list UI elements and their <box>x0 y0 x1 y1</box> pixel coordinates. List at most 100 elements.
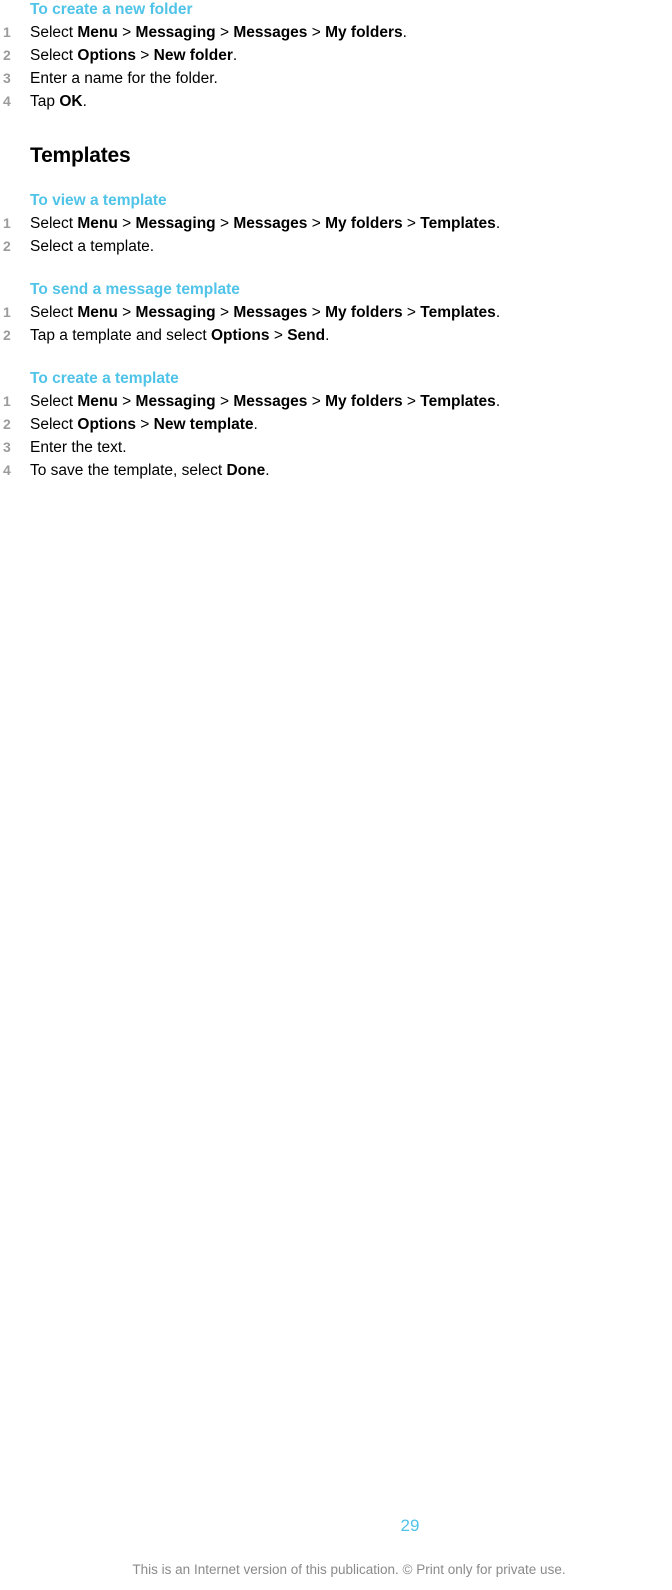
step-number: 2 <box>3 238 11 254</box>
ui-term: My folders <box>325 215 403 232</box>
ui-term: Messaging <box>135 24 216 41</box>
doc-section-create-new-folder: To create a new folder 1 Select Menu > Mes… <box>0 0 672 113</box>
ui-term: Options <box>77 47 136 64</box>
step-text: Select Menu > Messaging > Messages > My … <box>30 215 500 232</box>
step-item: 2 Select a template. <box>0 235 672 258</box>
ui-term: Menu <box>77 24 118 41</box>
step-number: 2 <box>3 47 11 63</box>
step-text-run: > <box>307 215 326 232</box>
step-text-run: > <box>307 393 326 410</box>
step-item: 2 Select Options > New template. <box>0 413 672 436</box>
page-number: 29 <box>400 1516 420 1535</box>
step-text-run: > <box>215 304 234 321</box>
ui-term: Options <box>210 327 270 344</box>
step-text: Select Options > New folder. <box>30 47 237 64</box>
step-text-run: . <box>495 304 501 321</box>
step-number: 3 <box>3 70 11 86</box>
procedure-title-create-a-template: To create a template <box>30 370 179 387</box>
ui-term: Options <box>77 416 136 433</box>
ui-term: Menu <box>77 215 118 232</box>
step-text-run: . <box>495 393 501 410</box>
step-list-send-a-message-template: 1 Select Menu > Messaging > Messages > My… <box>0 301 672 347</box>
step-item: 3 Enter a name for the folder. <box>0 67 672 90</box>
ui-term: Templates <box>420 215 496 232</box>
doc-section-view-a-template: To view a template 1 Select Menu > Messagi… <box>0 191 672 258</box>
procedure-title-view-a-template: To view a template <box>30 192 167 209</box>
step-text-run: Select a template. <box>30 238 155 255</box>
ui-term: Done <box>226 462 266 479</box>
step-text: Select Menu > Messaging > Messages > My … <box>30 304 500 321</box>
ui-term: Send <box>287 327 326 344</box>
step-text-run: . <box>325 327 330 344</box>
ui-term: Menu <box>77 393 118 410</box>
step-text-run: Tap <box>30 93 60 110</box>
document-page: To create a new folder 1 Select Menu > Mes… <box>0 0 672 1590</box>
ui-term: My folders <box>325 393 403 410</box>
ui-term: Messages <box>233 24 308 41</box>
step-text-run: Tap a template and select <box>30 327 211 344</box>
step-text: Tap OK. <box>30 93 87 110</box>
step-text-run: . <box>232 47 238 64</box>
step-text-run: > <box>117 393 136 410</box>
ui-term: Templates <box>420 304 496 321</box>
ui-term: OK <box>59 93 83 110</box>
doc-section-create-a-template: To create a template 1 Select Menu > Messa… <box>0 369 672 482</box>
procedure-title-send-a-message-template: To send a message template <box>30 281 240 298</box>
doc-section-templates: Templates <box>0 143 672 169</box>
step-item: 3 Enter the text. <box>0 436 672 459</box>
step-text-run: Enter the text. <box>30 439 127 456</box>
ui-term: New folder <box>153 47 233 64</box>
ui-term: New template <box>153 416 254 433</box>
step-text: Enter a name for the folder. <box>30 70 218 87</box>
step-text-run: > <box>117 24 136 41</box>
section-title-templates: Templates <box>30 144 131 167</box>
step-item: 2 Select Options > New folder. <box>0 44 672 67</box>
ui-term: Templates <box>420 393 496 410</box>
step-text-run: > <box>269 327 288 344</box>
step-list-create-a-template: 1 Select Menu > Messaging > Messages > My… <box>0 390 672 482</box>
step-text-run: > <box>215 393 234 410</box>
step-text-run: . <box>265 462 270 479</box>
step-text-run: Select <box>30 416 78 433</box>
step-item: 1 Select Menu > Messaging > Messages > My… <box>0 212 672 235</box>
step-text-run: Enter a name for the folder. <box>30 70 218 87</box>
step-text-run: > <box>402 393 421 410</box>
step-number: 1 <box>3 215 11 231</box>
step-number: 3 <box>3 439 11 455</box>
step-text-run: > <box>307 24 326 41</box>
step-text-run: . <box>253 416 258 433</box>
procedure-title-create-new-folder: To create a new folder <box>30 1 193 18</box>
step-text-run: . <box>402 24 407 41</box>
step-number: 4 <box>3 462 11 478</box>
step-list-create-new-folder: 1 Select Menu > Messaging > Messages > My… <box>0 21 672 113</box>
step-text-run: . <box>495 215 501 232</box>
step-text: Select Menu > Messaging > Messages > My … <box>30 393 500 410</box>
step-text: Select Options > New template. <box>30 416 258 433</box>
step-text-run: > <box>117 215 136 232</box>
step-text-run: > <box>307 304 326 321</box>
step-number: 2 <box>3 327 11 343</box>
step-item: 1 Select Menu > Messaging > Messages > My… <box>0 390 672 413</box>
step-item: 2 Tap a template and select Options > Sen… <box>0 324 672 347</box>
step-text-run: > <box>215 215 234 232</box>
step-text-run: Select <box>30 393 78 410</box>
step-text-run: Select <box>30 24 78 41</box>
step-text-run: . <box>82 93 87 110</box>
doc-section-send-a-message-template: To send a message template 1 Select Menu >… <box>0 280 672 347</box>
step-number: 1 <box>3 24 11 40</box>
step-text: Enter the text. <box>30 439 127 456</box>
ui-term: Menu <box>77 304 118 321</box>
ui-term: My folders <box>325 304 403 321</box>
step-list-view-a-template: 1 Select Menu > Messaging > Messages > My… <box>0 212 672 258</box>
footer-copyright-note: This is an Internet version of this publ… <box>132 1562 566 1577</box>
step-text-run: > <box>117 304 136 321</box>
step-text-run: > <box>402 304 421 321</box>
step-text: Select Menu > Messaging > Messages > My … <box>30 24 407 41</box>
ui-term: Messages <box>233 393 308 410</box>
step-text-run: > <box>135 47 154 64</box>
step-text: Select a template. <box>30 238 154 255</box>
ui-term: Messaging <box>135 304 216 321</box>
